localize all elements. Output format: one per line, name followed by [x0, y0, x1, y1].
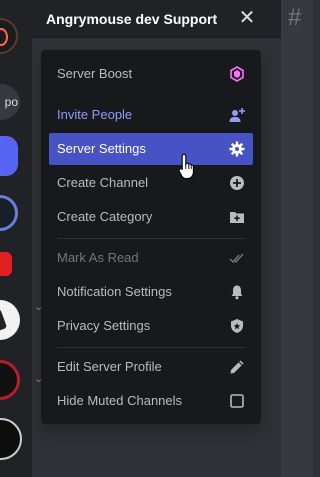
menu-item-invite-people[interactable]: Invite People [49, 99, 253, 131]
server-initials: po [4, 95, 18, 109]
menu-item-notification-settings[interactable]: Notification Settings [49, 276, 253, 308]
menu-item-label: Invite People [57, 107, 133, 122]
server-icon[interactable] [0, 18, 18, 54]
server-icon[interactable] [0, 300, 20, 340]
guild-header[interactable]: Angrymouse dev Support ✕ [32, 0, 281, 38]
menu-item-create-channel[interactable]: Create Channel [49, 167, 253, 199]
menu-item-label: Mark As Read [57, 250, 139, 265]
shield-icon [231, 319, 243, 333]
guild-name: Angrymouse dev Support [46, 11, 218, 27]
menu-item-mark-as-read[interactable]: Mark As Read [49, 242, 253, 274]
menu-item-label: Notification Settings [57, 284, 172, 299]
menu-item-label: Hide Muted Channels [57, 393, 183, 408]
channel-hash-icon: # [288, 4, 302, 31]
hand-cursor-icon [178, 153, 194, 180]
server-icon[interactable] [0, 418, 22, 460]
chat-pane: # [281, 0, 313, 477]
menu-item-edit-server-profile[interactable]: Edit Server Profile [49, 351, 253, 383]
bell-icon [231, 285, 243, 300]
menu-separator [57, 238, 245, 239]
menu-item-create-category[interactable]: Create Category [49, 201, 253, 233]
server-icon[interactable] [0, 252, 12, 276]
menu-item-hide-muted-channels[interactable]: Hide Muted Channels [49, 385, 253, 417]
menu-item-label: Server Boost [57, 66, 133, 81]
menu-item-label: Edit Server Profile [57, 359, 162, 374]
menu-item-privacy-settings[interactable]: Privacy Settings [49, 310, 253, 342]
server-icon[interactable]: po [0, 84, 20, 120]
gear-icon [229, 141, 245, 157]
boost-icon [230, 66, 244, 82]
menu-item-label: Server Settings [57, 141, 146, 156]
server-icon[interactable] [0, 360, 20, 400]
menu-item-label: Create Channel [57, 175, 149, 190]
pencil-icon [230, 360, 244, 374]
double-check-icon [229, 253, 244, 264]
guild-context-menu: Server Boost Invite People Server Settin… [41, 50, 261, 424]
close-icon[interactable]: ✕ [235, 6, 259, 30]
menu-item-label: Create Category [57, 209, 153, 224]
checkbox-icon[interactable] [229, 393, 245, 409]
menu-item-server-boost[interactable]: Server Boost [49, 58, 253, 90]
menu-separator [57, 347, 245, 348]
server-rail: po [0, 0, 32, 477]
folder-plus-icon [230, 212, 244, 223]
plus-circle-icon [230, 176, 244, 190]
server-icon-selected[interactable] [0, 136, 18, 176]
server-icon[interactable] [0, 195, 18, 231]
menu-item-server-settings[interactable]: Server Settings [49, 133, 253, 165]
menu-item-label: Privacy Settings [57, 318, 151, 333]
add-person-icon [229, 108, 245, 122]
